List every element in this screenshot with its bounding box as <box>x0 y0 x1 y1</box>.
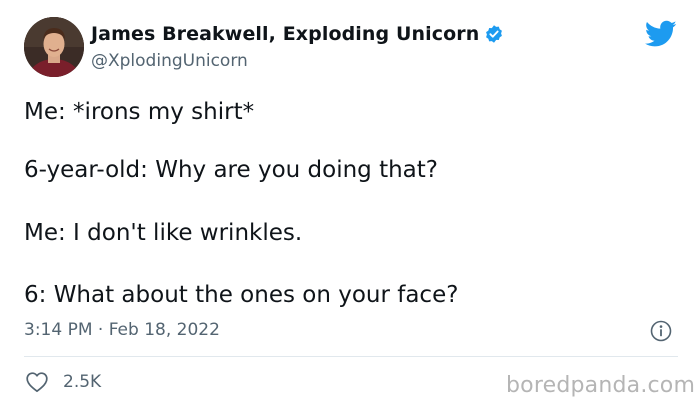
avatar[interactable] <box>24 17 84 77</box>
divider <box>24 356 678 357</box>
like-count[interactable]: 2.5K <box>63 372 101 392</box>
verified-badge-icon <box>484 24 504 44</box>
tweet-text-line-1: Me: *irons my shirt* <box>24 99 255 125</box>
author-handle[interactable]: @XplodingUnicorn <box>91 51 248 71</box>
tweet-card: James Breakwell, Exploding Unicorn @Xplo… <box>0 0 700 410</box>
info-icon[interactable] <box>650 320 672 342</box>
tweet-timestamp[interactable]: 3:14 PM · Feb 18, 2022 <box>24 320 220 340</box>
author-name-row[interactable]: James Breakwell, Exploding Unicorn <box>91 23 504 45</box>
author-display-name[interactable]: James Breakwell, Exploding Unicorn <box>91 23 479 45</box>
watermark: boredpanda.com <box>506 373 696 398</box>
tweet-text-line-4: 6: What about the ones on your face? <box>24 282 459 308</box>
heart-icon[interactable] <box>25 371 49 393</box>
tweet-text-line-3: Me: I don't like wrinkles. <box>24 220 303 246</box>
twitter-bird-icon[interactable] <box>644 20 677 48</box>
tweet-text-line-2: 6-year-old: Why are you doing that? <box>24 157 438 183</box>
